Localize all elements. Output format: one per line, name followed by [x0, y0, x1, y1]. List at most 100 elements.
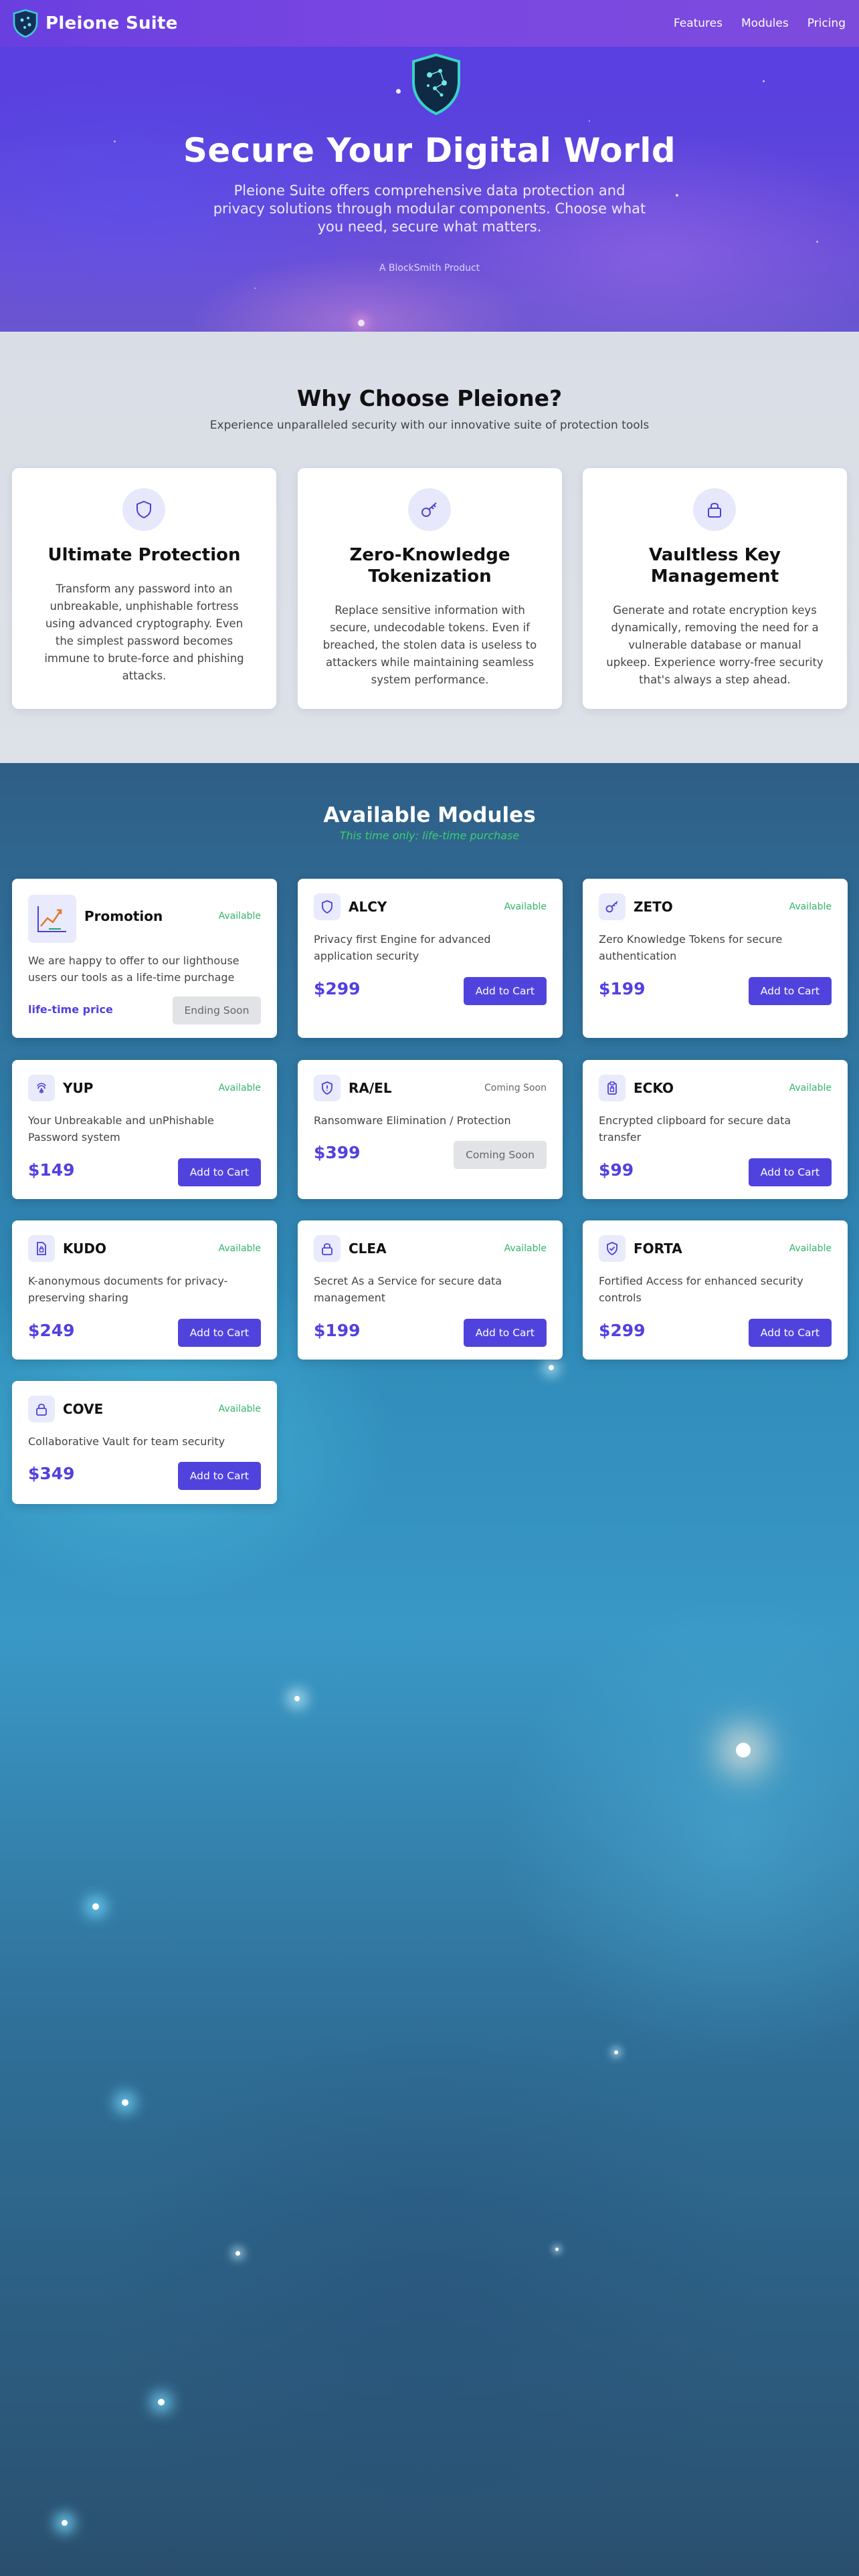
bg-star — [122, 2099, 128, 2106]
bg-star — [549, 1365, 554, 1370]
module-card-rael: RA/EL Coming Soon Ransomware Elimination… — [298, 1060, 563, 1199]
card-name: COVE — [63, 1401, 104, 1417]
card-description: Zero Knowledge Tokens for secure authent… — [599, 933, 783, 962]
modules-section: Available Modules This time only: life-t… — [0, 763, 859, 2576]
nav-link-modules[interactable]: Modules — [741, 17, 789, 30]
card-price: $349 — [28, 1464, 75, 1483]
key-icon — [408, 488, 451, 531]
status-badge: Available — [789, 1083, 832, 1093]
hero-star — [358, 320, 365, 326]
status-badge: Available — [218, 911, 261, 922]
module-card-zeto: ZETO Available Zero Knowledge Tokens for… — [583, 879, 848, 1038]
pleione-shield-logo — [412, 53, 460, 116]
card-name: FORTA — [634, 1241, 682, 1257]
status-badge: Coming Soon — [484, 1083, 547, 1093]
feature-title: Zero-Knowledge Tokenization — [349, 545, 510, 586]
status-badge: Available — [504, 901, 547, 912]
lock-icon — [693, 488, 736, 531]
add-to-cart-button[interactable]: Add to Cart — [748, 1158, 832, 1186]
bg-star — [92, 1903, 99, 1910]
card-name: CLEA — [349, 1241, 387, 1257]
status-badge: Available — [789, 1243, 832, 1254]
shield-alert-icon — [314, 1075, 341, 1101]
card-description: Collaborative Vault for team security — [28, 1435, 225, 1448]
module-card-alcy: ALCY Available Privacy first Engine for … — [298, 879, 563, 1038]
add-to-cart-button[interactable]: Add to Cart — [748, 977, 832, 1005]
status-badge: Available — [218, 1083, 261, 1093]
hero-star — [589, 120, 590, 122]
add-to-cart-button[interactable]: Add to Cart — [177, 1158, 261, 1186]
brand-title: Pleione Suite — [45, 13, 178, 33]
add-to-cart-button[interactable]: Add to Cart — [463, 977, 547, 1005]
hero-star — [254, 288, 256, 289]
nav-link-features[interactable]: Features — [674, 17, 723, 30]
key-icon — [599, 893, 626, 920]
feature-card-key-management: Vaultless Key Management Generate and ro… — [583, 468, 847, 709]
modules-subtitle: This time only: life-time purchase — [339, 829, 520, 842]
features-title: Why Choose Pleione? — [296, 385, 563, 411]
nav-links: Features Modules Pricing — [674, 17, 846, 30]
promotion-card: Promotion Available We are happy to offe… — [12, 879, 277, 1038]
feature-title: Vaultless Key Management — [649, 545, 781, 586]
chart-up-icon — [28, 895, 76, 943]
add-to-cart-button[interactable]: Add to Cart — [463, 1319, 547, 1347]
add-to-cart-button[interactable]: Add to Cart — [748, 1319, 832, 1347]
add-to-cart-button[interactable]: Add to Cart — [177, 1319, 261, 1347]
module-card-yup: YUP Available Your Unbreakable and unPhi… — [12, 1060, 277, 1199]
lock-icon — [314, 1235, 341, 1262]
card-description: We are happy to offer to our lighthouse … — [28, 954, 240, 984]
card-name: YUP — [63, 1080, 94, 1096]
hero-subtitle: Pleione Suite offers comprehensive data … — [213, 183, 646, 235]
status-badge: Available — [218, 1243, 261, 1254]
feature-text: Transform any password into an unbreakab… — [44, 582, 244, 682]
card-name: KUDO — [63, 1241, 106, 1257]
module-card-clea: CLEA Available Secret As a Service for s… — [298, 1220, 563, 1360]
add-to-cart-button[interactable]: Add to Cart — [177, 1462, 261, 1490]
status-badge: Available — [504, 1243, 547, 1254]
card-price: $149 — [28, 1160, 75, 1180]
card-price: $249 — [28, 1321, 75, 1340]
card-price: $399 — [314, 1143, 361, 1162]
hero-byline: A BlockSmith Product — [379, 263, 480, 274]
hero-star — [396, 89, 401, 94]
fingerprint-icon — [28, 1075, 55, 1101]
status-badge: Available — [789, 901, 832, 912]
card-price: $199 — [314, 1321, 361, 1340]
module-card-cove: COVE Available Collaborative Vault for t… — [12, 1381, 277, 1504]
card-description: Secret As a Service for secure data mana… — [314, 1275, 502, 1304]
feature-text: Replace sensitive information with secur… — [322, 604, 537, 686]
card-price: $199 — [599, 979, 646, 998]
card-name: ALCY — [349, 899, 387, 915]
card-price: $99 — [599, 1160, 634, 1180]
hero-star — [676, 194, 678, 197]
shield-check-icon — [599, 1235, 626, 1262]
shield-icon — [314, 893, 341, 920]
brand[interactable]: Pleione Suite — [12, 9, 178, 38]
top-navbar: Pleione Suite Features Modules Pricing — [0, 0, 859, 47]
feature-card-protection: Ultimate Protection Transform any passwo… — [12, 468, 276, 709]
card-name: ZETO — [634, 899, 673, 915]
document-lock-icon — [28, 1235, 55, 1262]
card-description: Fortified Access for enhanced security c… — [599, 1275, 803, 1304]
bg-star — [294, 1696, 300, 1701]
hero-star — [816, 241, 818, 243]
hero-star — [763, 80, 765, 82]
clipboard-lock-icon — [599, 1075, 626, 1101]
bg-star — [158, 2399, 165, 2405]
coming-soon-button[interactable]: Coming Soon — [454, 1141, 547, 1169]
bg-star — [235, 2251, 240, 2256]
shield-icon — [122, 488, 165, 531]
module-card-forta: FORTA Available Fortified Access for enh… — [583, 1220, 848, 1360]
ending-soon-button[interactable]: Ending Soon — [173, 996, 261, 1025]
nav-link-pricing[interactable]: Pricing — [807, 17, 846, 30]
card-price: $299 — [599, 1321, 646, 1340]
hero-title: Secure Your Digital World — [183, 131, 676, 170]
card-name: RA/EL — [349, 1080, 392, 1096]
hero-section: Secure Your Digital World Pleione Suite … — [0, 0, 859, 332]
pleione-logo-icon — [13, 9, 38, 38]
lock-icon — [28, 1396, 55, 1422]
card-description: Ransomware Elimination / Protection — [314, 1114, 511, 1127]
module-card-kudo: KUDO Available K-anonymous documents for… — [12, 1220, 277, 1360]
status-badge: Available — [218, 1404, 261, 1414]
card-description: K-anonymous documents for privacy-preser… — [28, 1275, 228, 1304]
